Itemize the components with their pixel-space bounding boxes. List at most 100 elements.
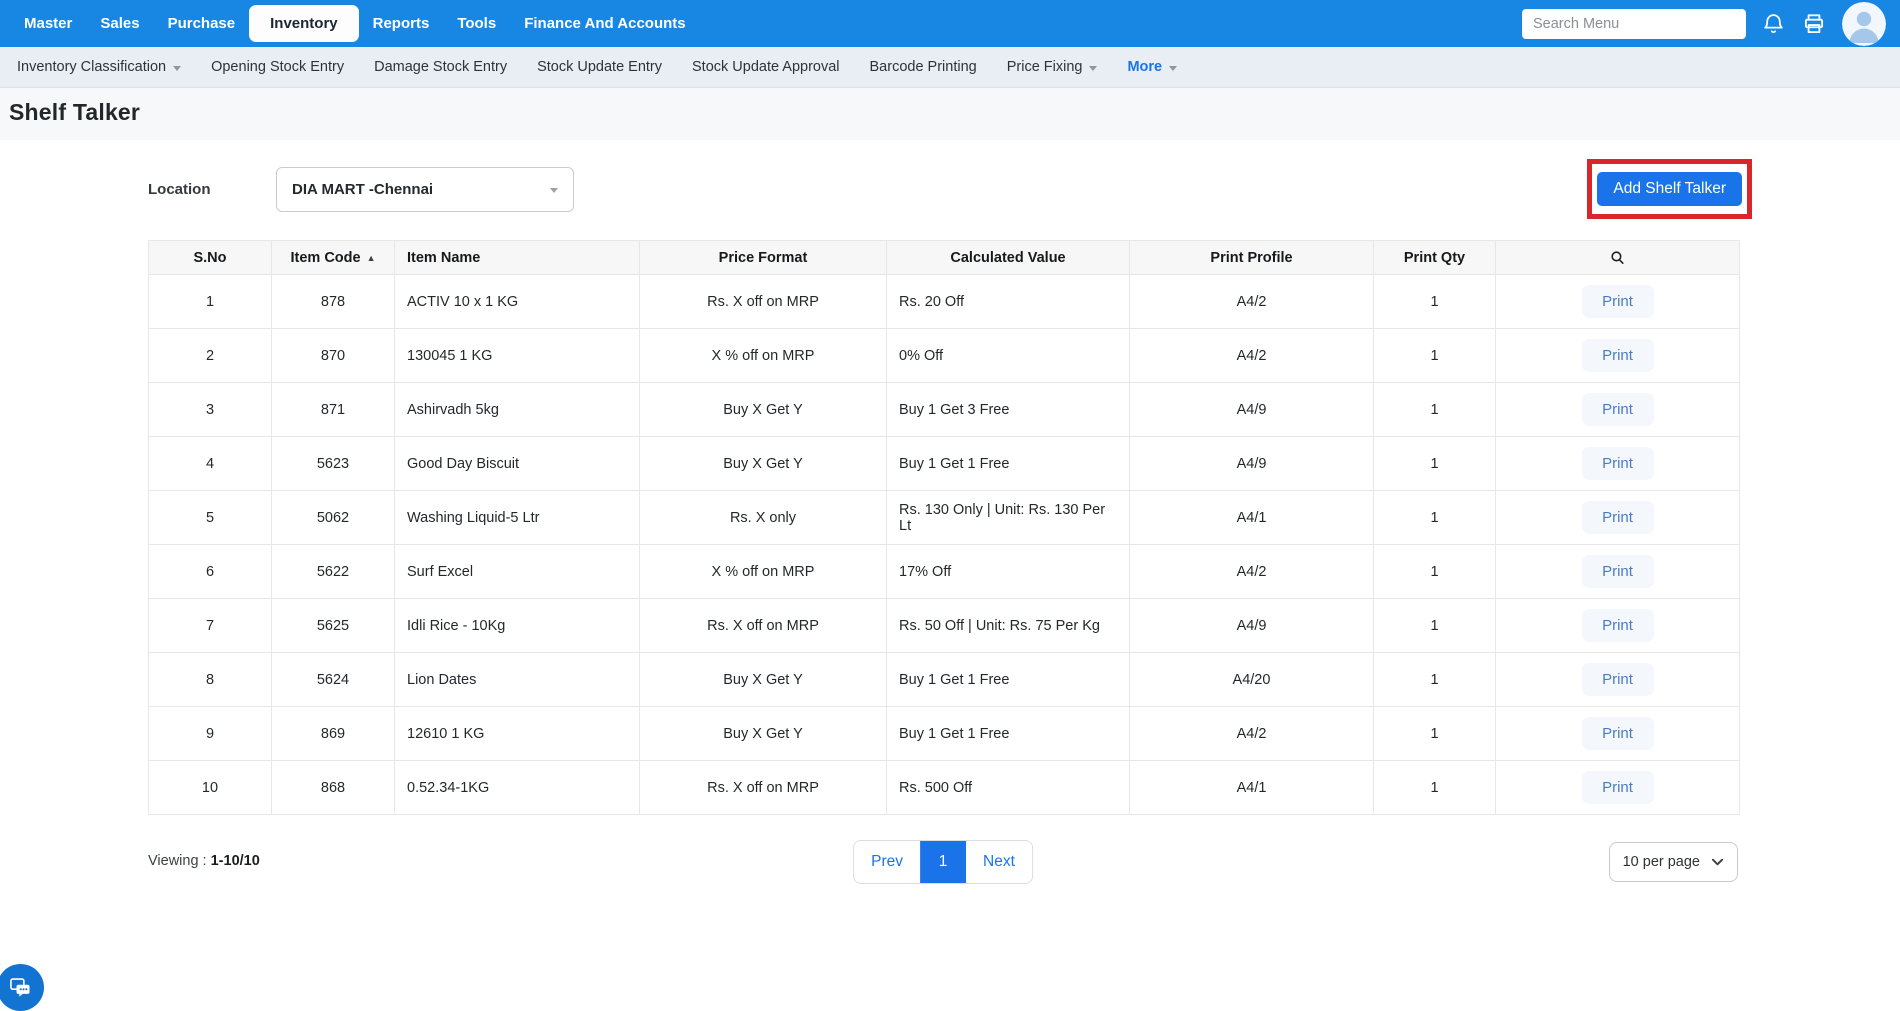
column-header-s-no[interactable]: S.No bbox=[148, 240, 272, 275]
cell-price-format: Rs. X off on MRP bbox=[639, 274, 887, 329]
cell-calculated-value: Rs. 130 Only | Unit: Rs. 130 Per Lt bbox=[886, 490, 1130, 545]
column-header-label: Print Qty bbox=[1403, 249, 1466, 266]
chevron-down-icon bbox=[1711, 857, 1724, 867]
column-header-print-qty[interactable]: Print Qty bbox=[1373, 240, 1496, 275]
subnav-barcode-printing[interactable]: Barcode Printing bbox=[855, 47, 992, 87]
nav-inventory[interactable]: Inventory bbox=[249, 5, 359, 42]
cell-price-format: Rs. X off on MRP bbox=[639, 598, 887, 653]
subnav-item-label: Price Fixing bbox=[1006, 59, 1083, 75]
cell-calculated-value: Rs. 500 Off bbox=[886, 760, 1130, 815]
title-band: Shelf Talker bbox=[0, 88, 1900, 140]
cell-print-profile: A4/9 bbox=[1129, 598, 1374, 653]
cell-item-name: Ashirvadh 5kg bbox=[394, 382, 640, 437]
column-header-label: Item Code bbox=[290, 249, 361, 266]
subnav-stock-update-entry[interactable]: Stock Update Entry bbox=[522, 47, 677, 87]
prev-page-button[interactable]: Prev bbox=[854, 841, 920, 883]
subnav-damage-stock-entry[interactable]: Damage Stock Entry bbox=[359, 47, 522, 87]
table-footer: Viewing : 1-10/10 Prev 1 Next 10 per pag… bbox=[148, 840, 1738, 886]
nav-finance-and-accounts[interactable]: Finance And Accounts bbox=[510, 5, 699, 42]
cell-print-profile: A4/2 bbox=[1129, 706, 1374, 761]
subnav-item-label: Damage Stock Entry bbox=[374, 59, 508, 75]
cell-item-code: 869 bbox=[271, 706, 395, 761]
column-header-price-format[interactable]: Price Format bbox=[639, 240, 887, 275]
nav-sales[interactable]: Sales bbox=[86, 5, 153, 42]
viewing-label: Viewing : bbox=[148, 853, 211, 869]
table-row: 5 5062 Washing Liquid-5 Ltr Rs. X only R… bbox=[148, 490, 1740, 545]
top-navbar: Master Sales Purchase Inventory Reports Tools… bbox=[0, 0, 1900, 47]
chevron-down-icon bbox=[550, 187, 558, 193]
page-title: Shelf Talker bbox=[9, 99, 141, 125]
table-row: 4 5623 Good Day Biscuit Buy X Get Y Buy … bbox=[148, 436, 1740, 491]
main-menu: Master Sales Purchase Inventory Reports Tools… bbox=[10, 0, 700, 47]
cell-price-format: Rs. X off on MRP bbox=[639, 760, 887, 815]
column-header-label: Calculated Value bbox=[950, 249, 1066, 266]
cell-print-profile: A4/1 bbox=[1129, 760, 1374, 815]
subnav-price-fixing[interactable]: Price Fixing bbox=[992, 47, 1113, 87]
cell-item-code: 5624 bbox=[271, 652, 395, 707]
print-button[interactable]: Print bbox=[1581, 609, 1654, 642]
cell-sno: 10 bbox=[148, 760, 272, 815]
avatar[interactable] bbox=[1842, 1, 1886, 46]
subnav-stock-update-approval[interactable]: Stock Update Approval bbox=[677, 47, 855, 87]
subnav-item-label: Opening Stock Entry bbox=[211, 59, 345, 75]
subnav-item-label: Inventory Classification bbox=[17, 59, 167, 75]
pagination: Prev 1 Next bbox=[853, 840, 1033, 884]
cell-item-code: 871 bbox=[271, 382, 395, 437]
column-header-print-profile[interactable]: Print Profile bbox=[1129, 240, 1374, 275]
column-header-search[interactable] bbox=[1495, 240, 1740, 275]
printer-icon[interactable] bbox=[1801, 11, 1827, 37]
print-button[interactable]: Print bbox=[1581, 771, 1654, 804]
sort-asc-icon: ▲ bbox=[366, 252, 376, 263]
cell-item-code: 870 bbox=[271, 328, 395, 383]
column-header-item-name[interactable]: Item Name bbox=[394, 240, 640, 275]
print-button[interactable]: Print bbox=[1581, 339, 1654, 372]
nav-master[interactable]: Master bbox=[10, 5, 86, 42]
table-row: 1 878 ACTIV 10 x 1 KG Rs. X off on MRP R… bbox=[148, 274, 1740, 329]
page-number-button[interactable]: 1 bbox=[920, 841, 966, 883]
table-row: 9 869 12610 1 KG Buy X Get Y Buy 1 Get 1… bbox=[148, 706, 1740, 761]
subnav-more[interactable]: More bbox=[1112, 47, 1192, 87]
table-body: 1 878 ACTIV 10 x 1 KG Rs. X off on MRP R… bbox=[148, 274, 1740, 815]
cell-print-profile: A4/20 bbox=[1129, 652, 1374, 707]
cell-print-qty: 1 bbox=[1373, 544, 1496, 599]
print-button[interactable]: Print bbox=[1581, 393, 1654, 426]
table-header-row: S.No Item Code ▲ Item Name Price Format Calcu… bbox=[148, 240, 1740, 275]
print-button[interactable]: Print bbox=[1581, 447, 1654, 480]
location-select[interactable]: DIA MART -Chennai bbox=[276, 166, 574, 212]
print-button[interactable]: Print bbox=[1581, 663, 1654, 696]
print-button[interactable]: Print bbox=[1581, 285, 1654, 318]
nav-reports[interactable]: Reports bbox=[359, 5, 444, 42]
next-page-button[interactable]: Next bbox=[966, 841, 1032, 883]
column-header-item-code[interactable]: Item Code ▲ bbox=[271, 240, 395, 275]
cell-calculated-value: Buy 1 Get 1 Free bbox=[886, 706, 1130, 761]
column-header-label: Print Profile bbox=[1210, 249, 1293, 266]
cell-print-qty: 1 bbox=[1373, 652, 1496, 707]
print-button[interactable]: Print bbox=[1581, 555, 1654, 588]
cell-calculated-value: Rs. 50 Off | Unit: Rs. 75 Per Kg bbox=[886, 598, 1130, 653]
nav-purchase[interactable]: Purchase bbox=[154, 5, 250, 42]
cell-print-qty: 1 bbox=[1373, 274, 1496, 329]
per-page-select[interactable]: 10 per page bbox=[1608, 842, 1738, 882]
cell-item-name: 130045 1 KG bbox=[394, 328, 640, 383]
cell-calculated-value: Buy 1 Get 1 Free bbox=[886, 652, 1130, 707]
print-button[interactable]: Print bbox=[1581, 717, 1654, 750]
add-shelf-talker-button[interactable]: Add Shelf Talker bbox=[1597, 172, 1742, 206]
subnav-opening-stock-entry[interactable]: Opening Stock Entry bbox=[196, 47, 359, 87]
bell-icon[interactable] bbox=[1761, 11, 1786, 36]
search-menu-input[interactable] bbox=[1522, 8, 1746, 39]
subnav-item-label: More bbox=[1127, 59, 1163, 75]
subnav-item-label: Barcode Printing bbox=[869, 59, 977, 75]
cell-item-code: 5625 bbox=[271, 598, 395, 653]
nav-tools[interactable]: Tools bbox=[443, 5, 510, 42]
cell-sno: 8 bbox=[148, 652, 272, 707]
print-button[interactable]: Print bbox=[1581, 501, 1654, 534]
chat-widget-button[interactable] bbox=[0, 964, 44, 1011]
column-header-calculated-value[interactable]: Calculated Value bbox=[886, 240, 1130, 275]
cell-print-qty: 1 bbox=[1373, 436, 1496, 491]
column-header-label: Price Format bbox=[718, 249, 808, 266]
subnav-inventory-classification[interactable]: Inventory Classification bbox=[2, 47, 196, 87]
cell-calculated-value: 0% Off bbox=[886, 328, 1130, 383]
cell-print-profile: A4/2 bbox=[1129, 274, 1374, 329]
cell-sno: 1 bbox=[148, 274, 272, 329]
cell-calculated-value: Buy 1 Get 3 Free bbox=[886, 382, 1130, 437]
